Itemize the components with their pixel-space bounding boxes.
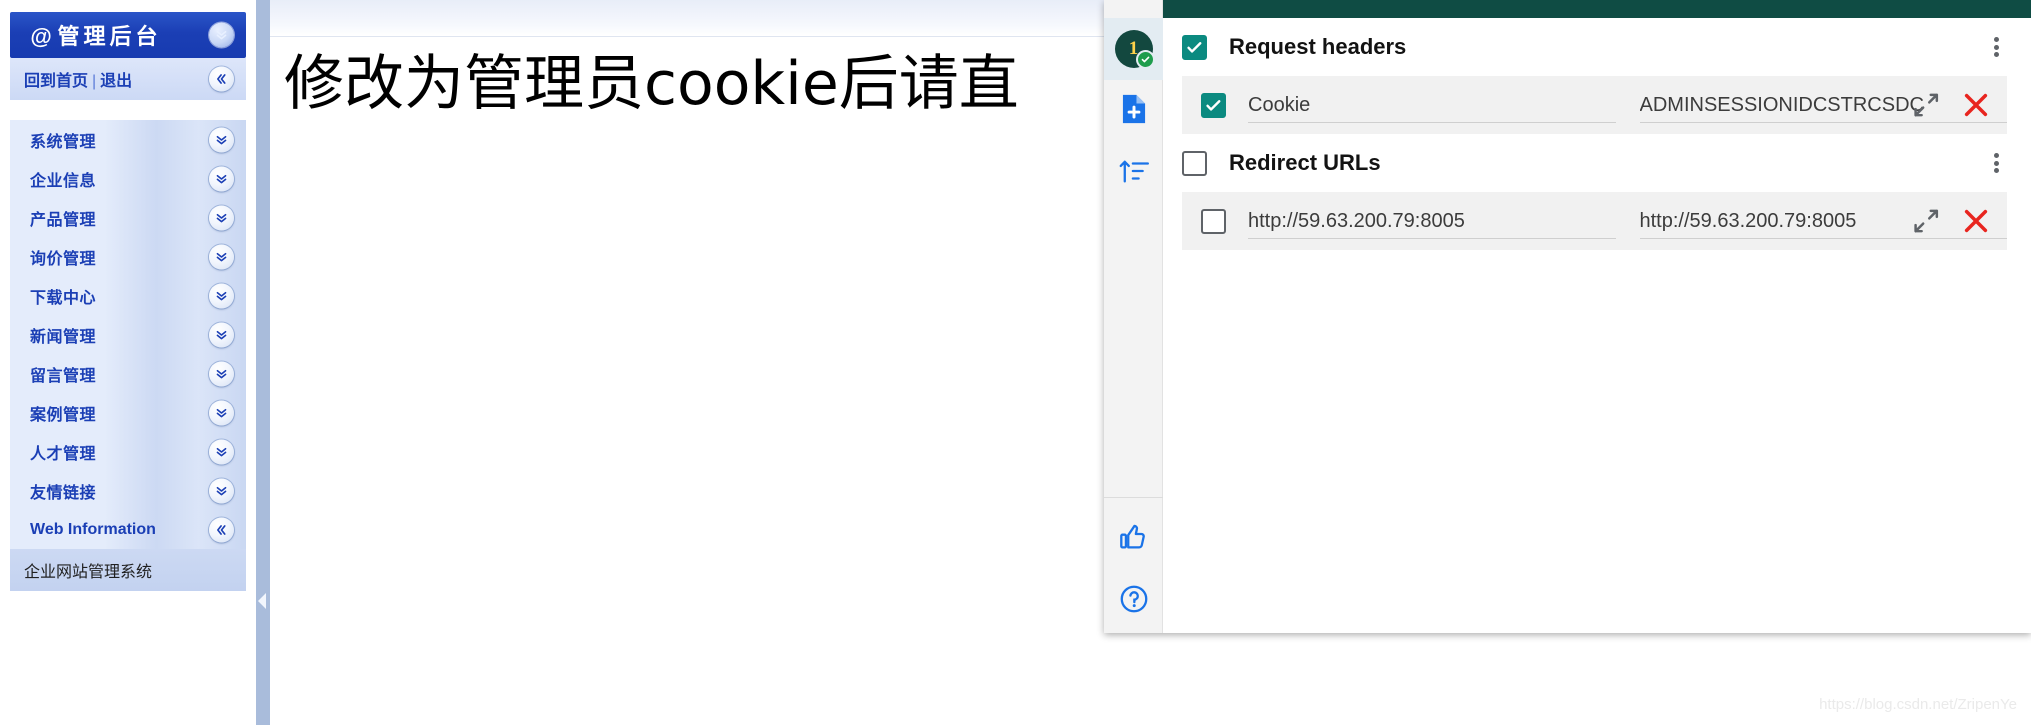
sort-button[interactable]: [1104, 142, 1163, 204]
sidebar-menu: 系统管理企业信息产品管理询价管理下载中心新闻管理留言管理案例管理人才管理友情链接…: [10, 120, 246, 549]
chevron-double-down-icon[interactable]: [209, 400, 234, 425]
entry-checkbox[interactable]: [1201, 208, 1226, 234]
at-symbol-icon: @: [30, 24, 52, 49]
entry-value-input[interactable]: ADMINSESSIONIDCSTRCSDC: [1639, 87, 2007, 123]
feedback-button[interactable]: [1104, 508, 1163, 570]
chevron-double-down-icon[interactable]: [209, 322, 234, 347]
sidebar-item-5[interactable]: 下载中心: [10, 276, 246, 315]
chevron-double-down-icon[interactable]: [209, 439, 234, 464]
entry-row: Cookie ADMINSESSIONIDCSTRCSDC: [1182, 76, 2007, 134]
chevron-double-left-icon[interactable]: [209, 66, 234, 92]
sidebar-item-label: 企业信息: [30, 172, 97, 190]
sidebar-item-2[interactable]: 企业信息: [10, 159, 246, 198]
section-checkbox[interactable]: [1182, 150, 1207, 176]
extension-titlebar: [1163, 0, 2031, 18]
check-circle-icon: [1135, 50, 1155, 69]
sidebar-subbar: 回到首页 | 退出: [10, 58, 246, 100]
entry-checkbox[interactable]: [1201, 92, 1226, 118]
admin-sidebar: @ 管理后台 回到首页 | 退出 系统管理企业信息产品管理询价管理下载中心新闻管理留言…: [0, 0, 246, 725]
section-checkbox[interactable]: [1182, 34, 1207, 60]
sidebar-item-label: 下载中心: [30, 289, 97, 307]
sidebar-item-3[interactable]: 产品管理: [10, 198, 246, 237]
chevron-double-down-icon[interactable]: [209, 22, 234, 48]
sidebar-item-label: 案例管理: [30, 406, 97, 424]
sidebar-item-label: Web Information: [30, 520, 156, 538]
chevron-double-left-icon[interactable]: [209, 517, 234, 542]
sidebar-splitter[interactable]: [256, 0, 270, 725]
sidebar-item-label: 询价管理: [30, 250, 97, 268]
sidebar-item-8[interactable]: 案例管理: [10, 393, 246, 432]
chevron-double-down-icon[interactable]: [209, 478, 234, 503]
sidebar-item-label: 人才管理: [30, 445, 97, 463]
close-x-icon[interactable]: [1961, 206, 1991, 236]
page-title: 修改为管理员cookie后请直: [284, 49, 1019, 119]
thumbs-up-icon: [1119, 522, 1149, 557]
sidebar-item-label: 系统管理: [30, 133, 97, 151]
expand-diagonal-icon[interactable]: [1913, 92, 1939, 118]
add-file-button[interactable]: [1104, 80, 1163, 142]
rail-divider: [1104, 497, 1163, 498]
section-header-2: Redirect URLs: [1163, 134, 2031, 192]
sidebar-header: @ 管理后台: [10, 12, 246, 58]
logout-link[interactable]: 退出: [100, 73, 132, 90]
sidebar-item-label: 新闻管理: [30, 328, 97, 346]
triangle-left-icon[interactable]: [258, 593, 266, 609]
sidebar-quick-links: 回到首页 | 退出: [24, 67, 132, 91]
entry-name-value: Cookie: [1248, 94, 1311, 116]
sidebar-item-7[interactable]: 留言管理: [10, 354, 246, 393]
section-title: Request headers: [1229, 34, 1407, 59]
chevron-double-down-icon[interactable]: [209, 283, 234, 308]
entry-value-text: ADMINSESSIONIDCSTRCSDC: [1639, 94, 1924, 116]
entry-row: http://59.63.200.79:8005 http://59.63.200…: [1182, 192, 2007, 250]
extension-panel: 1 Request headers Cookie ADMINSESSIONIDC…: [1104, 0, 2031, 633]
add-file-icon: [1119, 93, 1149, 130]
sidebar-item-9[interactable]: 人才管理: [10, 432, 246, 471]
sidebar-header-title: @ 管理后台: [30, 19, 161, 51]
sidebar-header-text: 管理后台: [57, 24, 162, 49]
chevron-double-down-icon[interactable]: [209, 166, 234, 191]
sidebar-footer[interactable]: 企业网站管理系统: [10, 549, 246, 591]
sidebar-item-11[interactable]: Web Information: [10, 510, 246, 549]
link-separator: |: [92, 73, 97, 90]
entry-value-input[interactable]: http://59.63.200.79:8005: [1639, 203, 2007, 239]
section-title: Redirect URLs: [1229, 150, 1381, 175]
sidebar-item-1[interactable]: 系统管理: [10, 120, 246, 159]
sidebar-spacer: [10, 100, 246, 120]
expand-diagonal-icon[interactable]: [1913, 208, 1939, 234]
sidebar-footer-label: 企业网站管理系统: [24, 564, 153, 581]
sidebar-item-label: 产品管理: [30, 211, 97, 229]
help-circle-icon: [1119, 584, 1149, 619]
entry-name-value: http://59.63.200.79:8005: [1248, 210, 1465, 232]
watermark: https://blog.csdn.net/ZripenYe: [1819, 696, 2017, 713]
close-x-icon[interactable]: [1961, 90, 1991, 120]
chevron-double-down-icon[interactable]: [209, 244, 234, 269]
sidebar-item-10[interactable]: 友情链接: [10, 471, 246, 510]
sidebar-item-6[interactable]: 新闻管理: [10, 315, 246, 354]
extension-toolbar-rail: 1: [1104, 0, 1163, 633]
back-to-home-link[interactable]: 回到首页: [24, 73, 88, 90]
kebab-menu-icon[interactable]: [1985, 150, 2007, 176]
help-button[interactable]: [1104, 570, 1163, 632]
chevron-double-down-icon[interactable]: [209, 361, 234, 386]
sidebar-item-label: 友情链接: [30, 484, 97, 502]
profile-button[interactable]: 1: [1104, 18, 1163, 80]
profile-badge: 1: [1114, 30, 1155, 69]
entry-value-text: http://59.63.200.79:8005: [1639, 210, 1857, 232]
chevron-double-down-icon[interactable]: [209, 205, 234, 230]
sidebar-item-4[interactable]: 询价管理: [10, 237, 246, 276]
entry-name-input[interactable]: http://59.63.200.79:8005: [1248, 203, 1616, 239]
extension-body: Request headers Cookie ADMINSESSIONIDCSTRC…: [1163, 18, 2031, 633]
chevron-double-down-icon[interactable]: [209, 127, 234, 152]
kebab-menu-icon[interactable]: [1985, 34, 2007, 60]
entry-name-input[interactable]: Cookie: [1248, 87, 1616, 123]
sidebar-item-label: 留言管理: [30, 367, 97, 385]
section-header-1: Request headers: [1163, 18, 2031, 76]
sort-ascending-icon: [1119, 156, 1149, 191]
